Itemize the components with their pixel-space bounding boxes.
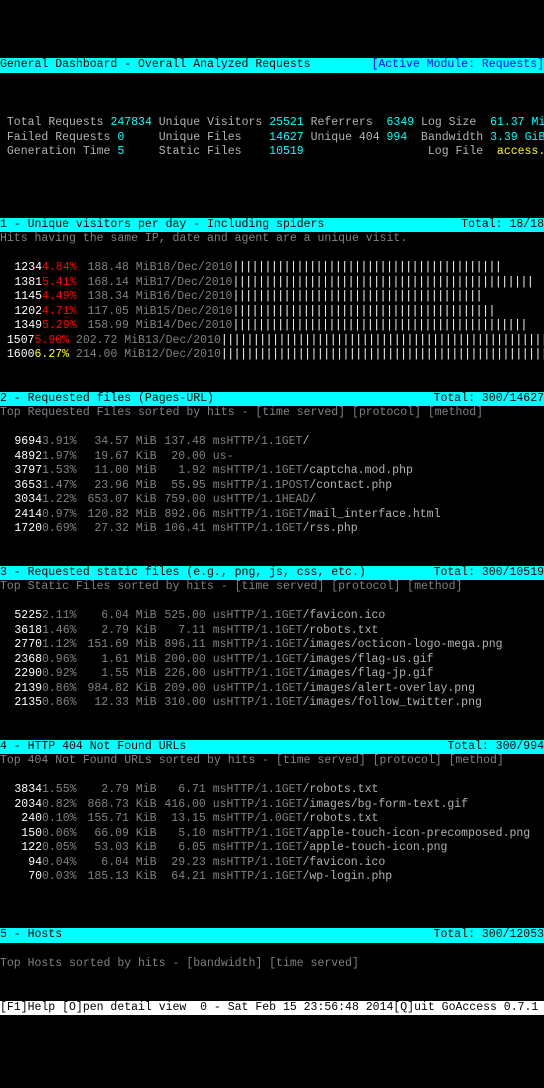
file-row[interactable]: 2414 0.97% 120.82 MiB 892.06 ms HTTP/1.1… [0,508,544,523]
section-4: 4 - HTTP 404 Not Found URLsTotal: 300/99… [0,740,544,900]
file-row[interactable]: 2135 0.86% 12.33 MiB 310.00 us HTTP/1.1 … [0,696,544,711]
app-title: General Dashboard - Overall Analyzed Req… [0,58,311,73]
file-row[interactable]: 2770 1.12% 151.69 MiB 896.11 ms HTTP/1.1… [0,638,544,653]
visitor-row[interactable]: 1600 6.27% 214.00 MiB 12/Dec/2010 ||||||… [0,348,544,363]
blank-line [0,174,544,189]
footer-right[interactable]: [Q]uit GoAccess 0.7.1 [393,1001,544,1016]
visitor-row[interactable]: 1234 4.84% 188.48 MiB 18/Dec/2010 ||||||… [0,261,544,276]
section-2: 2 - Requested files (Pages-URL)Total: 30… [0,392,544,552]
file-row[interactable]: 2034 0.82% 868.73 KiB 416.00 us HTTP/1.1… [0,798,544,813]
file-row[interactable]: 4892 1.97% 19.67 KiB 20.00 us - [0,450,544,465]
visitor-row[interactable]: 1349 5.29% 158.99 MiB 14/Dec/2010 ||||||… [0,319,544,334]
file-row[interactable]: 3618 1.46% 2.79 KiB 7.11 ms HTTP/1.1 GET… [0,624,544,639]
file-row[interactable]: 240 0.10% 155.71 KiB 13.15 ms HTTP/1.0 G… [0,812,544,827]
file-row[interactable]: 3034 1.22% 653.07 KiB 759.00 us HTTP/1.1… [0,493,544,508]
file-row[interactable]: 2290 0.92% 1.55 MiB 226.00 us HTTP/1.1 G… [0,667,544,682]
visitor-row[interactable]: 1507 5.90% 202.72 MiB 13/Dec/2010 ||||||… [0,334,544,349]
section-1: 1 - Unique visitors per day - Including … [0,218,544,378]
file-row[interactable]: 1720 0.69% 27.32 MiB 106.41 ms HTTP/1.1 … [0,522,544,537]
file-row[interactable]: 3653 1.47% 23.96 MiB 55.95 ms HTTP/1.1 P… [0,479,544,494]
file-row[interactable]: 9694 3.91% 34.57 MiB 137.48 ms HTTP/1.1 … [0,435,544,450]
file-row[interactable]: 2368 0.96% 1.61 MiB 200.00 us HTTP/1.1 G… [0,653,544,668]
file-row[interactable]: 3834 1.55% 2.79 MiB 6.71 ms HTTP/1.1 GET… [0,783,544,798]
visitor-row[interactable]: 1202 4.71% 117.05 MiB 15/Dec/2010 ||||||… [0,305,544,320]
file-row[interactable]: 122 0.05% 53.03 KiB 6.05 ms HTTP/1.1 GET… [0,841,544,856]
section-3: 3 - Requested static files (e.g., png, j… [0,566,544,726]
active-module: [Active Module: Requests] [371,58,544,73]
visitor-row[interactable]: 1381 5.41% 168.14 MiB 17/Dec/2010 ||||||… [0,276,544,291]
visitor-row[interactable]: 1145 4.49% 138.34 MiB 16/Dec/2010 ||||||… [0,290,544,305]
file-row[interactable]: 70 0.03% 185.13 KiB 64.21 ms HTTP/1.1 GE… [0,870,544,885]
section-5-desc: Top Hosts sorted by hits - [bandwidth] [… [0,957,544,972]
file-row[interactable]: 94 0.04% 6.04 MiB 29.23 ms HTTP/1.1 GET … [0,856,544,871]
file-row[interactable]: 2139 0.86% 984.82 KiB 209.00 us HTTP/1.1… [0,682,544,697]
stats-block: Total Requests 247834 Unique Visitors 25… [0,116,544,160]
blank-line [0,87,544,102]
file-row[interactable]: 150 0.06% 66.09 KiB 5.10 ms HTTP/1.1 GET… [0,827,544,842]
file-row[interactable]: 5225 2.11% 6.04 MiB 525.00 us HTTP/1.1 G… [0,609,544,624]
file-row[interactable]: 3797 1.53% 11.00 MiB 1.92 ms HTTP/1.1 GE… [0,464,544,479]
footer-bar: [F1]Help [O]pen detail view 0 - Sat Feb … [0,1001,544,1016]
section-5-header[interactable]: 5 - HostsTotal: 300/12053 [0,928,544,943]
footer-left[interactable]: [F1]Help [O]pen detail view 0 - Sat Feb … [0,1001,393,1016]
header-bar: General Dashboard - Overall Analyzed Req… [0,58,544,73]
